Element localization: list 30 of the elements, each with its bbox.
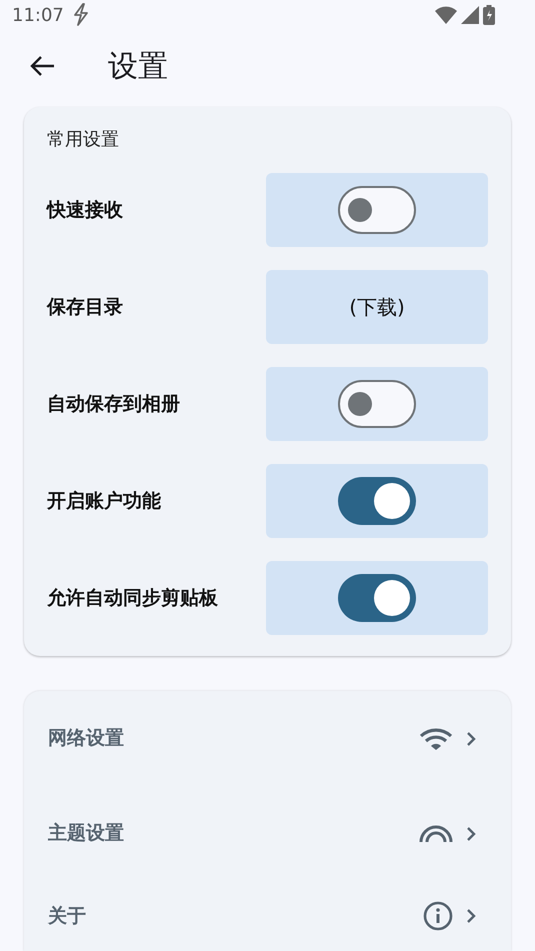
wifi-status-icon xyxy=(435,6,457,24)
wifi-icon xyxy=(419,726,453,750)
settings-link-row[interactable]: 主题设置 xyxy=(48,786,487,881)
chevron-right-icon xyxy=(465,730,477,748)
settings-link-row[interactable]: 关于 xyxy=(48,881,487,951)
info-icon xyxy=(423,901,453,931)
bolt-icon xyxy=(72,3,90,28)
battery-icon xyxy=(483,5,495,26)
chevron-right-icon xyxy=(465,907,477,925)
chevron-right-icon xyxy=(465,824,477,842)
setting-label: 允许自动同步剪贴板 xyxy=(47,586,218,611)
setting-label: 快速接收 xyxy=(47,198,123,223)
toggle-switch[interactable] xyxy=(338,186,416,234)
page-title: 设置 xyxy=(108,48,168,86)
arc-icon xyxy=(419,824,453,844)
link-label: 主题设置 xyxy=(48,821,124,846)
toggle-switch[interactable] xyxy=(338,380,416,428)
toggle-switch[interactable] xyxy=(338,574,416,622)
settings-link-row[interactable]: 网络设置 xyxy=(48,691,487,786)
link-label: 关于 xyxy=(48,904,86,929)
signal-icon xyxy=(461,6,479,24)
setting-label: 开启账户功能 xyxy=(47,488,161,514)
link-label: 网络设置 xyxy=(48,726,124,752)
directory-value-button[interactable]: (下载) xyxy=(349,292,405,322)
back-arrow-icon xyxy=(28,54,56,78)
setting-label: 保存目录 xyxy=(47,294,123,320)
status-time: 11:07 xyxy=(12,4,64,28)
toggle-switch[interactable] xyxy=(338,477,416,525)
setting-label: 自动保存到相册 xyxy=(47,392,180,417)
card-title: 常用设置 xyxy=(47,129,120,151)
